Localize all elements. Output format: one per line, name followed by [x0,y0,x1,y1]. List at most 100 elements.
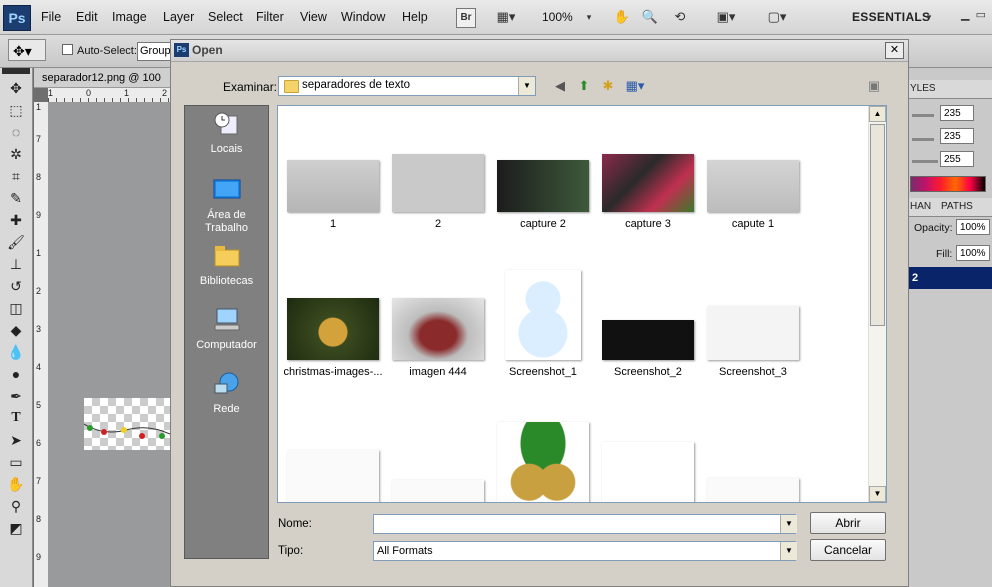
rotate-view-icon[interactable]: ⟲ [670,8,690,26]
tab-styles[interactable]: YLES [908,80,992,99]
file-item[interactable] [701,416,805,502]
red-slider[interactable] [912,114,934,117]
back-icon[interactable]: ◀ [551,77,569,95]
tab-channels[interactable]: HAN [908,198,940,217]
eraser-tool-icon[interactable]: ◫ [4,298,28,318]
window-controls[interactable]: ▁ ▭ [961,8,986,21]
canvas-area[interactable] [49,103,170,587]
move-tool-preset-button[interactable]: ✥▾ [8,39,46,61]
menu-layer[interactable]: Layer [163,10,194,24]
layer-row-selected[interactable]: 2 [908,267,992,289]
crop-tool-icon[interactable]: ⌗ [4,166,28,186]
file-item[interactable]: capture 3 [596,120,700,230]
paint-bucket-tool-icon[interactable]: ◆ [4,320,28,340]
auto-select-checkbox[interactable]: Auto-Select: [62,44,137,57]
tab-paths[interactable]: PATHS [939,198,992,217]
file-type-select[interactable]: All Formats [373,541,796,561]
open-button[interactable]: Abrir [810,512,886,534]
brush-tool-icon[interactable]: 🖌 [4,232,28,252]
workspace-chevron-icon[interactable]: ▾ [924,8,934,26]
red-value[interactable]: 235 [940,105,974,121]
panel-grip[interactable] [2,68,30,74]
hand-tool-icon[interactable]: ✋ [612,8,632,26]
place-libraries[interactable]: Bibliotecas [185,244,268,288]
file-item[interactable]: Screenshot_1 [491,268,595,378]
magic-wand-tool-icon[interactable]: ✲ [4,144,28,164]
chevron-down-icon[interactable]: ▾ [585,8,593,26]
blue-value[interactable]: 255 [940,151,974,167]
pen-tool-icon[interactable]: ✒ [4,386,28,406]
blur-tool-icon[interactable]: 💧 [4,342,28,362]
place-locais[interactable]: Locais [185,112,268,156]
file-item[interactable] [281,416,385,502]
blue-slider[interactable] [912,160,938,163]
file-item[interactable]: capture 2 [491,120,595,230]
menu-edit[interactable]: Edit [76,10,98,24]
new-folder-icon[interactable]: ✱ [599,77,617,95]
marquee-tool-icon[interactable]: ⬚ [4,100,28,120]
scroll-thumb[interactable] [870,124,885,326]
arrange-documents-icon[interactable]: ▣▾ [712,8,740,26]
zoom-tool-icon[interactable]: 🔍 [640,8,660,26]
place-network[interactable]: Rede [185,372,268,416]
menu-image[interactable]: Image [112,10,147,24]
menu-file[interactable]: File [41,10,61,24]
file-item[interactable]: 1 [281,120,385,230]
menu-view[interactable]: View [300,10,327,24]
green-slider[interactable] [912,138,934,141]
zoom-tool-icon[interactable]: ⚲ [4,496,28,516]
dialog-titlebar[interactable]: Ps Open ✕ [171,40,908,62]
move-tool-icon[interactable]: ✥ [4,78,28,98]
eyedropper-tool-icon[interactable]: ✎ [4,188,28,208]
file-item[interactable]: capute 1 [701,120,805,230]
file-item[interactable] [596,416,700,502]
close-button[interactable]: ✕ [885,42,904,59]
file-name-dropdown-icon[interactable]: ▼ [780,515,797,533]
shape-tool-icon[interactable]: ▭ [4,452,28,472]
file-item[interactable]: imagen 444 [386,268,490,378]
dodge-tool-icon[interactable]: ● [4,364,28,384]
menu-select[interactable]: Select [208,10,243,24]
file-item[interactable]: Screenshot_2 [596,268,700,378]
view-extras-icon[interactable]: ▦▾ [493,8,519,26]
bridge-icon[interactable]: Br [456,8,476,28]
look-in-select[interactable]: separadores de texto ▼ [278,76,536,96]
scroll-up-icon[interactable]: ▲ [869,106,886,122]
menu-window[interactable]: Window [341,10,385,24]
file-list-scrollbar[interactable]: ▲ ▼ [868,106,886,502]
scroll-down-icon[interactable]: ▼ [869,486,886,502]
menu-help[interactable]: Help [402,10,428,24]
document-tab[interactable]: separador12.png @ 100 [34,68,170,88]
color-swatches-icon[interactable]: ◩ [4,518,28,538]
file-item[interactable] [491,416,595,502]
healing-brush-tool-icon[interactable]: ✚ [4,210,28,230]
place-desktop[interactable]: Área de Trabalho [185,178,268,235]
document-canvas[interactable] [83,398,171,450]
menu-filter[interactable]: Filter [256,10,284,24]
file-name-input[interactable] [373,514,796,534]
file-list[interactable]: 1 2 capture 2 capture 3 capute 1 christm… [277,105,887,503]
history-brush-tool-icon[interactable]: ↺ [4,276,28,296]
file-item[interactable]: 2 [386,120,490,230]
up-folder-icon[interactable]: ⬆ [575,77,593,95]
view-menu-icon[interactable]: ▦▾ [623,77,647,95]
workspace-switcher[interactable]: ESSENTIALS [852,10,930,24]
chevron-down-icon[interactable]: ▼ [518,77,535,95]
file-item[interactable] [386,416,490,502]
file-item[interactable]: christmas-images-... [281,268,385,378]
color-spectrum[interactable] [910,176,986,192]
cancel-button[interactable]: Cancelar [810,539,886,561]
fill-value[interactable]: 100% [956,245,990,261]
file-item[interactable]: Screenshot_3 [701,268,805,378]
green-value[interactable]: 235 [940,128,974,144]
place-computer[interactable]: Computador [185,308,268,352]
zoom-level[interactable]: 100% [542,10,573,24]
clone-stamp-tool-icon[interactable]: ⊥ [4,254,28,274]
lasso-tool-icon[interactable]: ◌ [4,122,28,142]
file-type-dropdown-icon[interactable]: ▼ [780,542,797,560]
opacity-value[interactable]: 100% [956,219,990,235]
hand-tool-icon[interactable]: ✋ [4,474,28,494]
screen-mode-icon[interactable]: ▢▾ [760,8,794,26]
type-tool-icon[interactable]: T [4,408,28,428]
path-selection-tool-icon[interactable]: ➤ [4,430,28,450]
